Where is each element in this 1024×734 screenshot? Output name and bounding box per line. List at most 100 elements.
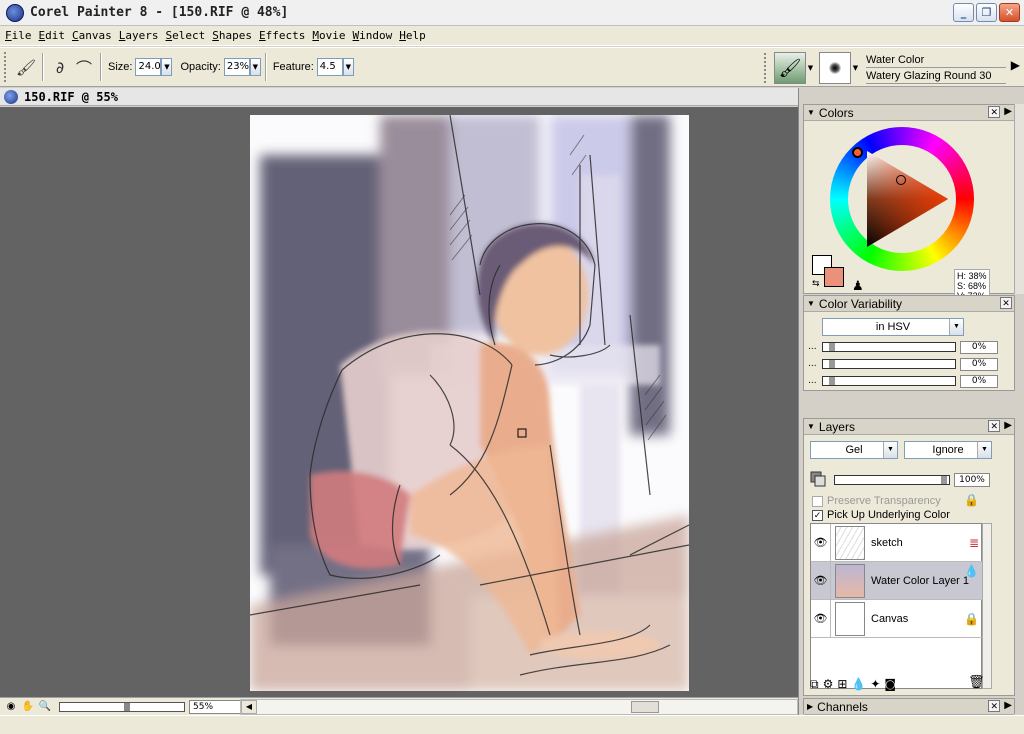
- brush-variant-name[interactable]: Watery Glazing Round 30: [866, 68, 1006, 84]
- magnifier-icon[interactable]: 🔍: [38, 700, 52, 714]
- close-button[interactable]: ✕: [999, 3, 1020, 22]
- freehand-stroke-icon[interactable]: ∂: [48, 55, 72, 79]
- panel-menu-arrow-icon[interactable]: ▶: [1004, 420, 1012, 432]
- feature-field[interactable]: 4.5 ▼: [316, 58, 354, 76]
- menu-shapes[interactable]: Shapes: [211, 29, 258, 42]
- menu-file[interactable]: File: [4, 29, 38, 42]
- painter-app-icon[interactable]: [6, 3, 24, 22]
- brush-category-icon[interactable]: 🖌: [774, 52, 806, 84]
- close-panel-icon[interactable]: ✕: [1000, 297, 1012, 309]
- visibility-eye-icon[interactable]: 👁: [811, 599, 831, 638]
- clone-color-icon[interactable]: ♟: [852, 279, 864, 294]
- toolbar-grip[interactable]: [764, 53, 770, 83]
- saturation-variability-value[interactable]: 0%: [960, 357, 998, 371]
- menu-edit[interactable]: Edit: [38, 29, 72, 42]
- globe-icon[interactable]: ◉: [4, 700, 18, 714]
- collapse-triangle-icon[interactable]: ▼: [807, 299, 815, 308]
- new-liquid-ink-layer-icon[interactable]: ✦: [870, 677, 880, 691]
- layer-row-canvas[interactable]: 👁 Canvas 🔒: [811, 599, 983, 638]
- new-layer-icon[interactable]: ⊞: [837, 677, 847, 691]
- channels-panel-header[interactable]: ▶ Channels ✕ ▶: [804, 699, 1014, 715]
- sv-marker[interactable]: [896, 175, 906, 185]
- depth-method-select[interactable]: Ignore ▼: [904, 441, 992, 459]
- size-field[interactable]: 24.0 ▼: [135, 58, 173, 76]
- zoom-slider[interactable]: [59, 701, 185, 712]
- hue-marker[interactable]: [852, 147, 863, 158]
- swap-colors-icon[interactable]: ⇆: [812, 279, 820, 289]
- chevron-down-icon[interactable]: ▼: [977, 442, 991, 458]
- collapse-triangle-icon[interactable]: ▼: [807, 422, 815, 431]
- feature-dropdown-icon[interactable]: ▼: [342, 58, 354, 76]
- dab-preview-icon[interactable]: [819, 52, 851, 84]
- create-layer-mask-icon[interactable]: ◙: [884, 677, 896, 691]
- new-watercolor-layer-icon[interactable]: 💧: [851, 677, 866, 691]
- drawing-canvas[interactable]: [250, 115, 689, 691]
- grabber-icon[interactable]: ✋: [21, 700, 35, 714]
- layer-list-scrollbar[interactable]: [982, 523, 992, 689]
- menu-effects[interactable]: Effects: [258, 29, 311, 42]
- value-variability-value[interactable]: 0%: [960, 374, 998, 388]
- panel-menu-arrow-icon[interactable]: ▶: [1004, 700, 1012, 712]
- preserve-transparency-checkbox[interactable]: [812, 495, 823, 507]
- color-variability-header[interactable]: ▼ Color Variability ✕: [804, 296, 1014, 312]
- panel-menu-arrow-icon[interactable]: ▶: [1004, 106, 1012, 118]
- layer-thumbnail: [835, 601, 865, 636]
- hue-variability-value[interactable]: 0%: [960, 340, 998, 354]
- minimize-button[interactable]: _: [953, 3, 974, 22]
- brush-category-dropdown-icon[interactable]: ▼: [806, 52, 815, 84]
- scroll-thumb[interactable]: [631, 701, 659, 713]
- layer-adjuster-icon[interactable]: ⧉: [810, 677, 819, 692]
- collapse-triangle-icon[interactable]: ▼: [807, 108, 815, 117]
- toolbar-grip[interactable]: [4, 52, 10, 82]
- menu-window[interactable]: Window: [352, 29, 399, 42]
- layer-row-water-color[interactable]: 👁 Water Color Layer 1 💧: [811, 561, 983, 600]
- variability-mode-select[interactable]: in HSV ▼: [822, 318, 964, 336]
- close-panel-icon[interactable]: ✕: [988, 106, 1001, 118]
- delete-layer-trash-icon[interactable]: 🗑: [968, 675, 985, 690]
- hue-variability-slider[interactable]: [822, 342, 956, 352]
- visibility-eye-icon[interactable]: 👁: [811, 561, 831, 600]
- scroll-left-icon[interactable]: ◀: [241, 700, 257, 714]
- menu-select[interactable]: Select: [165, 29, 212, 42]
- brush-tool-icon[interactable]: 🖌: [14, 55, 38, 79]
- color-wheel[interactable]: [830, 127, 974, 271]
- feature-value[interactable]: 4.5: [316, 58, 343, 76]
- opacity-dropdown-icon[interactable]: ▼: [249, 58, 261, 76]
- brush-selector: 🖌 ▼ ▼ Water Color Watery Glazing Round 3…: [760, 50, 1006, 86]
- brush-variant-dropdown-icon[interactable]: ▼: [851, 52, 860, 84]
- menu-help[interactable]: Help: [398, 29, 432, 42]
- expand-triangle-icon[interactable]: ▶: [807, 702, 813, 711]
- water-drop-icon: 💧: [964, 564, 979, 578]
- menu-movie[interactable]: Movie: [311, 29, 351, 42]
- dynamic-plugins-icon[interactable]: ⚙: [823, 677, 834, 691]
- close-panel-icon[interactable]: ✕: [988, 700, 1001, 712]
- visibility-eye-icon[interactable]: 👁: [811, 523, 831, 562]
- size-dropdown-icon[interactable]: ▼: [161, 58, 173, 76]
- chevron-down-icon[interactable]: ▼: [883, 442, 897, 458]
- opacity-field[interactable]: 23% ▼: [223, 58, 261, 76]
- document-icon[interactable]: [4, 89, 18, 104]
- menu-layers[interactable]: Layers: [118, 29, 165, 42]
- composite-method-select[interactable]: Gel ▼: [810, 441, 898, 459]
- main-color-swatch[interactable]: [824, 267, 844, 287]
- close-panel-icon[interactable]: ✕: [988, 420, 1001, 432]
- saturation-variability-slider[interactable]: [822, 359, 956, 369]
- colors-panel-header[interactable]: ▼ Colors ✕ ▶: [804, 105, 1014, 121]
- menu-canvas[interactable]: Canvas: [71, 29, 118, 42]
- brush-category-name[interactable]: Water Color: [866, 52, 1006, 68]
- layers-panel-header[interactable]: ▼ Layers ✕ ▶: [804, 419, 1014, 435]
- pick-up-color-checkbox[interactable]: ✓: [812, 509, 823, 521]
- value-variability-slider[interactable]: [822, 376, 956, 386]
- layer-opacity-slider[interactable]: [834, 475, 950, 485]
- opacity-value[interactable]: 23%: [223, 58, 250, 76]
- zoom-value[interactable]: 55%: [189, 699, 241, 714]
- straight-line-stroke-icon[interactable]: ⌒: [72, 55, 96, 79]
- brush-menu-arrow-icon[interactable]: ▶: [1011, 58, 1020, 72]
- layer-row-sketch[interactable]: 👁 sketch ≣: [811, 523, 983, 562]
- lock-icon[interactable]: 🔒: [964, 493, 979, 507]
- layer-opacity-value[interactable]: 100%: [954, 473, 990, 487]
- size-value[interactable]: 24.0: [135, 58, 162, 76]
- chevron-down-icon[interactable]: ▼: [949, 319, 963, 335]
- horizontal-scrollbar[interactable]: ◀: [240, 699, 798, 715]
- restore-button[interactable]: ❐: [976, 3, 997, 22]
